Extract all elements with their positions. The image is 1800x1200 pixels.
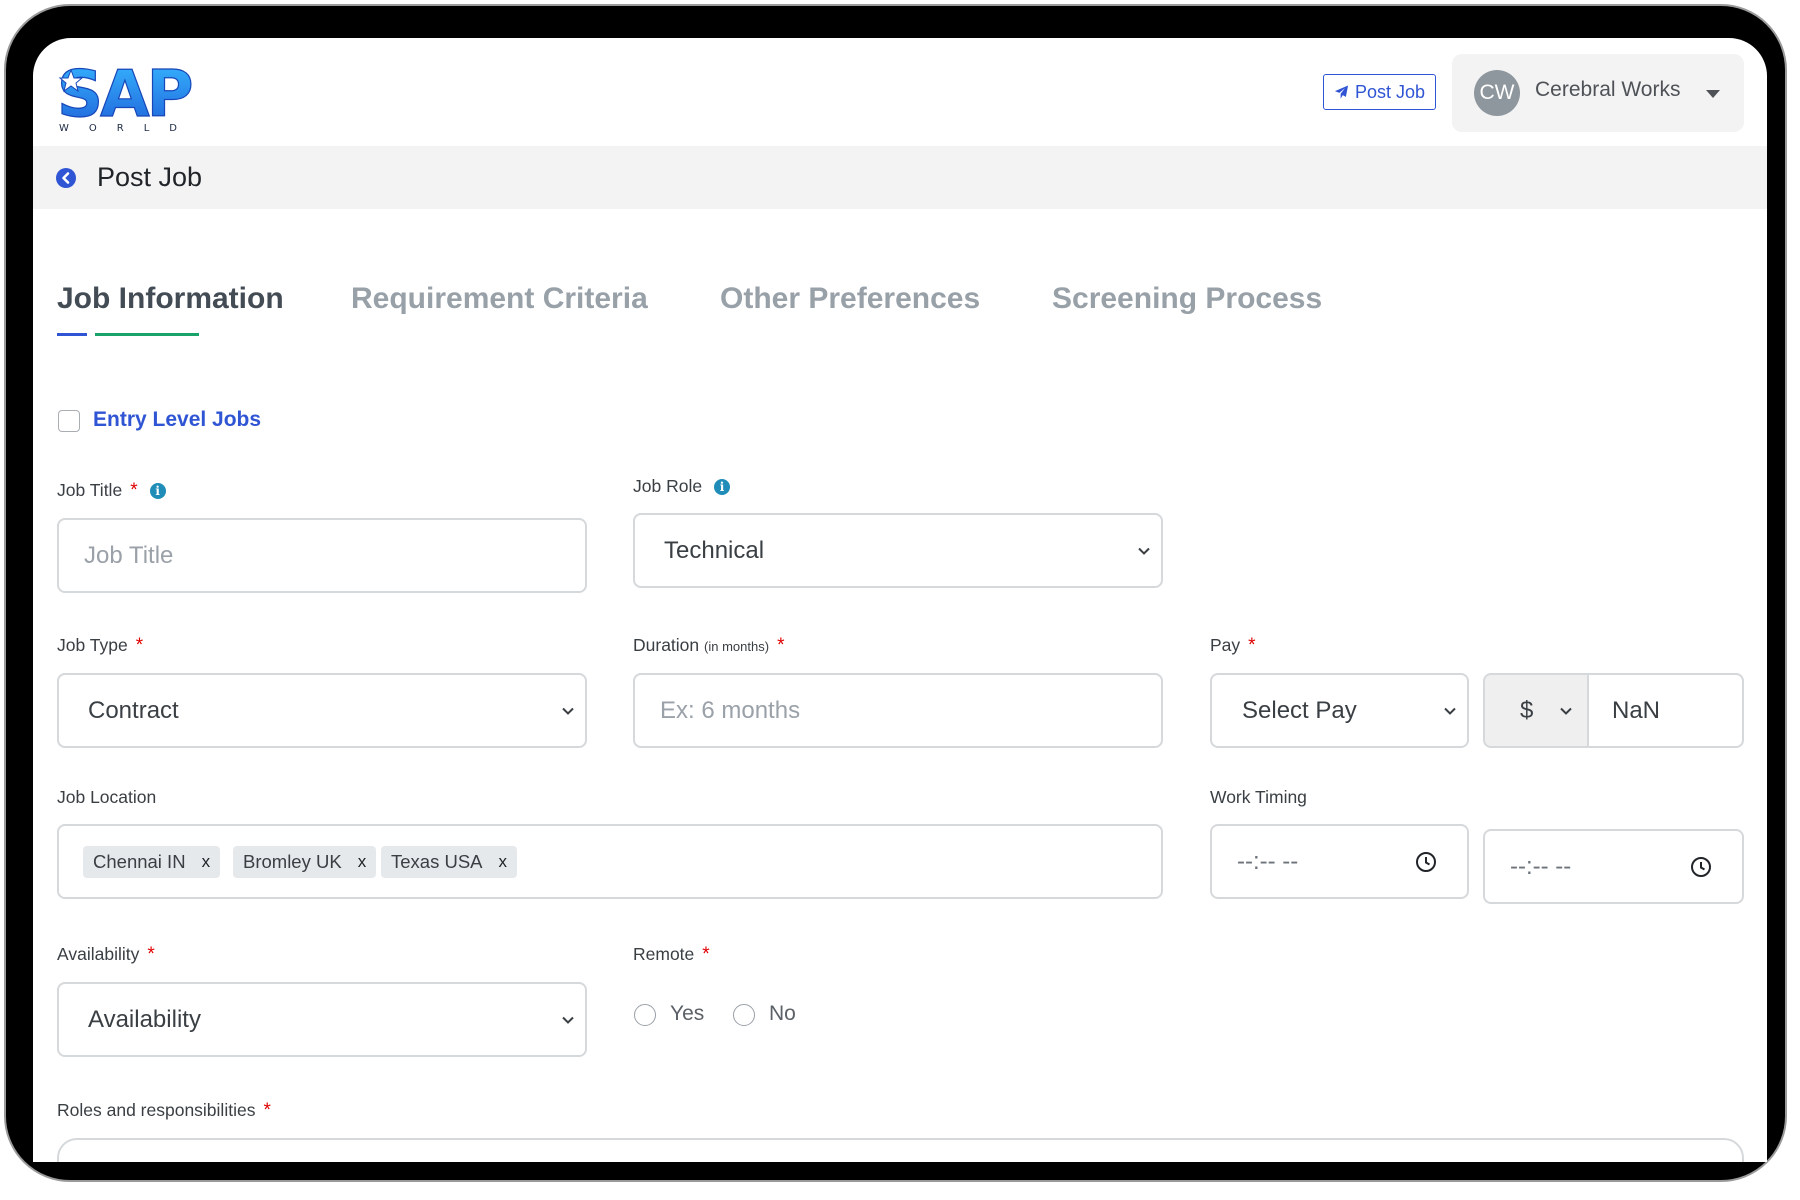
tab-job-information[interactable]: Job Information	[57, 282, 284, 316]
duration-label: Duration (in months) *	[633, 635, 784, 657]
availability-value: Availability	[88, 1005, 201, 1033]
job-title-label: Job Title * i	[57, 480, 166, 502]
post-job-button[interactable]: Post Job	[1323, 74, 1436, 110]
pay-label: Pay *	[1210, 635, 1256, 657]
back-arrow-icon[interactable]	[56, 168, 76, 188]
page-title: Post Job	[97, 162, 203, 192]
pay-label-text: Pay	[1210, 635, 1241, 655]
job-title-input[interactable]: Job Title	[57, 518, 587, 593]
chevron-down-icon	[562, 1016, 574, 1024]
entry-level-label[interactable]: Entry Level Jobs	[93, 408, 261, 432]
availability-label: Availability *	[57, 944, 155, 966]
required-asterisk: *	[777, 635, 785, 656]
info-icon[interactable]: i	[149, 483, 166, 499]
chevron-down-icon	[562, 707, 574, 715]
remote-no-radio[interactable]	[733, 1004, 755, 1026]
remove-tag-icon[interactable]: x	[499, 852, 508, 872]
availability-label-text: Availability	[57, 944, 140, 964]
remote-no-label[interactable]: No	[769, 1002, 796, 1026]
chevron-down-icon	[1560, 707, 1572, 715]
required-asterisk: *	[702, 944, 710, 965]
availability-select[interactable]: Availability	[57, 982, 587, 1057]
remote-yes-label[interactable]: Yes	[670, 1002, 704, 1026]
avatar: CW	[1474, 70, 1520, 116]
remove-tag-icon[interactable]: x	[202, 852, 211, 872]
chevron-down-icon	[1138, 547, 1150, 555]
job-role-select[interactable]: Technical	[633, 513, 1163, 588]
remote-label: Remote *	[633, 944, 710, 966]
paper-plane-icon	[1334, 85, 1349, 99]
caret-down-icon	[1706, 90, 1720, 98]
required-asterisk: *	[1248, 635, 1256, 656]
roles-textarea[interactable]	[57, 1138, 1744, 1162]
required-asterisk: *	[135, 635, 144, 656]
app-screen: SAP WORLD Post Job CW Cerebral Works Pos…	[33, 38, 1767, 1162]
job-location-input[interactable]: Chennai IN x Bromley UK x Texas USA x	[57, 824, 1163, 899]
location-tag-label: Texas USA	[391, 851, 483, 872]
chevron-down-icon	[1444, 707, 1456, 715]
job-type-label: Job Type *	[57, 635, 143, 657]
pay-select[interactable]: Select Pay	[1210, 673, 1469, 748]
tab-screening-process[interactable]: Screening Process	[1052, 282, 1322, 316]
duration-label-text: Duration	[633, 635, 700, 655]
job-type-select[interactable]: Contract	[57, 673, 587, 748]
duration-label-note: (in months)	[704, 639, 770, 654]
remote-yes-radio[interactable]	[634, 1004, 656, 1026]
job-role-label-text: Job Role	[633, 476, 703, 496]
remote-label-text: Remote	[633, 944, 695, 964]
job-location-label: Job Location	[57, 787, 157, 807]
roles-label-text: Roles and responsibilities	[57, 1100, 256, 1120]
job-title-placeholder: Job Title	[84, 541, 174, 569]
duration-placeholder: Ex: 6 months	[660, 696, 801, 724]
currency-select[interactable]: $	[1483, 673, 1589, 748]
user-menu[interactable]: CW Cerebral Works	[1452, 54, 1744, 132]
location-tag: Chennai IN x	[83, 846, 221, 878]
tab-other-preferences[interactable]: Other Preferences	[720, 282, 980, 316]
active-tab-indicator-left	[57, 333, 87, 336]
info-icon[interactable]: i	[714, 479, 731, 495]
location-tag: Texas USA x	[381, 846, 518, 878]
location-tag: Bromley UK x	[233, 846, 377, 878]
tab-requirement-criteria[interactable]: Requirement Criteria	[351, 282, 648, 316]
sap-world-logo[interactable]: SAP WORLD	[57, 58, 217, 133]
work-start-time-input[interactable]: --:-- --	[1210, 824, 1469, 899]
currency-value: $	[1520, 696, 1534, 724]
entry-level-checkbox[interactable]	[58, 410, 80, 432]
job-type-label-text: Job Type	[57, 635, 128, 655]
job-role-value: Technical	[664, 536, 765, 564]
job-title-label-text: Job Title	[57, 480, 123, 500]
remove-tag-icon[interactable]: x	[358, 852, 367, 872]
work-end-time-input[interactable]: --:-- --	[1483, 829, 1744, 904]
duration-input[interactable]: Ex: 6 months	[633, 673, 1163, 748]
end-time-value: --:-- --	[1510, 852, 1572, 880]
job-role-label: Job Role i	[633, 476, 731, 497]
required-asterisk: *	[263, 1100, 271, 1121]
active-tab-indicator-right	[95, 333, 199, 336]
location-tag-label: Chennai IN	[93, 851, 186, 872]
pay-select-value: Select Pay	[1242, 696, 1357, 724]
user-name: Cerebral Works	[1535, 78, 1681, 101]
svg-text:SAP: SAP	[57, 58, 192, 132]
page-title-bar: Post Job	[33, 146, 1767, 209]
clock-icon[interactable]	[1690, 856, 1712, 878]
work-timing-label: Work Timing	[1210, 787, 1307, 807]
pay-amount-value: NaN	[1612, 696, 1661, 724]
pay-amount-input[interactable]: NaN	[1587, 673, 1744, 748]
clock-icon[interactable]	[1415, 851, 1437, 873]
device-frame: SAP WORLD Post Job CW Cerebral Works Pos…	[0, 0, 1800, 1200]
start-time-value: --:-- --	[1237, 847, 1299, 875]
svg-text:WORLD: WORLD	[59, 123, 197, 133]
roles-label: Roles and responsibilities *	[57, 1100, 271, 1122]
post-job-label: Post Job	[1354, 81, 1426, 102]
job-type-value: Contract	[88, 696, 179, 724]
required-asterisk: *	[147, 944, 155, 965]
location-tag-label: Bromley UK	[243, 851, 342, 872]
required-asterisk: *	[130, 480, 138, 501]
